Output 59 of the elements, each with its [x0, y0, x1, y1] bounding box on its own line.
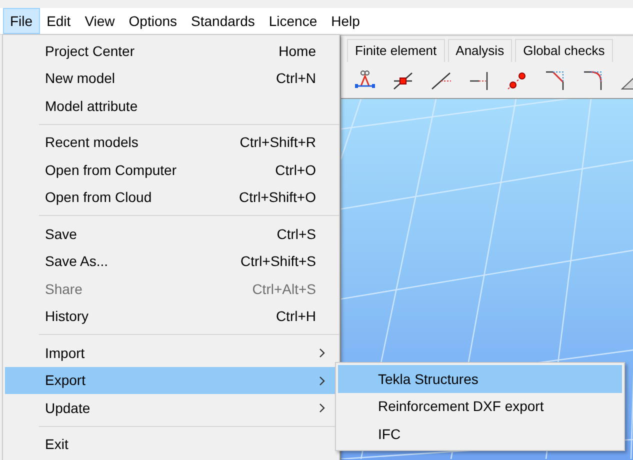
menu-item-label: Export	[45, 372, 86, 388]
chevron-right-icon	[319, 403, 325, 413]
shortcut-label: Ctrl+Alt+S	[252, 280, 316, 297]
menu-item[interactable]: Recent models Ctrl+Shift+R	[5, 128, 337, 156]
menu-item-label: Save As...	[45, 253, 108, 270]
menu-item[interactable]: Open from Computer Ctrl+O	[5, 156, 337, 184]
menu-item-label: History	[45, 308, 89, 324]
menu-bar-item[interactable]: Edit	[40, 8, 78, 34]
line-dotted-end-icon[interactable]	[469, 70, 489, 90]
chevron-right-icon	[319, 348, 325, 358]
shortcut-label: Ctrl+Shift+R	[240, 134, 316, 150]
menu-bar-item[interactable]: Standards	[184, 8, 262, 34]
menu-item[interactable]: Model attribute	[5, 92, 337, 120]
menu-item[interactable]: New model Ctrl+N	[5, 64, 337, 92]
menu-item[interactable]: Save As... Ctrl+Shift+S	[5, 248, 337, 275]
menu-bar-item[interactable]: File	[3, 8, 40, 34]
shortcut-label: Ctrl+O	[275, 162, 316, 178]
menu-item-label: Import	[45, 344, 85, 361]
submenu-item[interactable]: Tekla Structures	[338, 365, 622, 392]
corner-fillet-icon[interactable]	[583, 70, 603, 90]
shortcut-label: Ctrl+Shift+O	[238, 189, 316, 206]
menu-item-label: Share	[45, 280, 82, 297]
menu-item[interactable]: Import	[5, 339, 337, 366]
menu-item-label: Open from Cloud	[45, 189, 152, 206]
menu-item[interactable]: Save Ctrl+S	[5, 220, 337, 248]
shortcut-label: Ctrl+S	[276, 226, 316, 242]
submenu-item[interactable]: Reinforcement DXF export	[338, 392, 622, 420]
tab[interactable]: Global checks	[515, 39, 613, 62]
menu-item[interactable]: Export	[5, 366, 337, 394]
shortcut-label: Home	[278, 42, 316, 59]
line-with-square-node-icon[interactable]	[393, 70, 413, 90]
menu-item[interactable]: Project Center Home	[5, 37, 337, 64]
menu-bar-item[interactable]: View	[78, 8, 122, 34]
menu-bar-item[interactable]: Options	[122, 8, 184, 34]
menu-item-label: Open from Computer	[45, 162, 176, 178]
tab[interactable]: Finite element	[347, 39, 445, 62]
menu-item-label: Exit	[45, 436, 68, 452]
menu-item[interactable]: Update	[5, 394, 337, 422]
menu-item-label: Recent models	[45, 134, 138, 150]
menu-item[interactable]: Exit	[5, 430, 337, 458]
compass-dimension-icon[interactable]	[355, 70, 375, 90]
menu-item-label: Save	[45, 226, 77, 242]
menu-item-label: Model attribute	[45, 98, 138, 114]
shortcut-label: Ctrl+Shift+S	[240, 253, 316, 270]
corner-chamfer-icon[interactable]	[545, 70, 565, 90]
shortcut-label: Ctrl+N	[276, 70, 316, 86]
chevron-right-icon	[319, 376, 325, 386]
dotted-line-with-nodes-icon[interactable]	[507, 70, 527, 90]
line-dotted-extension-icon[interactable]	[431, 70, 451, 90]
menu-item-label: Update	[45, 400, 90, 416]
menu-bar-item[interactable]: Licence	[262, 8, 324, 34]
menu-item-label: New model	[45, 70, 116, 86]
menu-item-label: Project Center	[45, 42, 134, 59]
tab[interactable]: Analysis	[448, 39, 512, 62]
menu-item[interactable]: History Ctrl+H	[5, 302, 337, 330]
shortcut-label: Ctrl+H	[276, 308, 316, 324]
submenu-item[interactable]: IFC	[338, 420, 622, 448]
menu-bar-item[interactable]: Help	[324, 8, 367, 34]
menu-item[interactable]: Open from Cloud Ctrl+Shift+O	[5, 184, 337, 211]
